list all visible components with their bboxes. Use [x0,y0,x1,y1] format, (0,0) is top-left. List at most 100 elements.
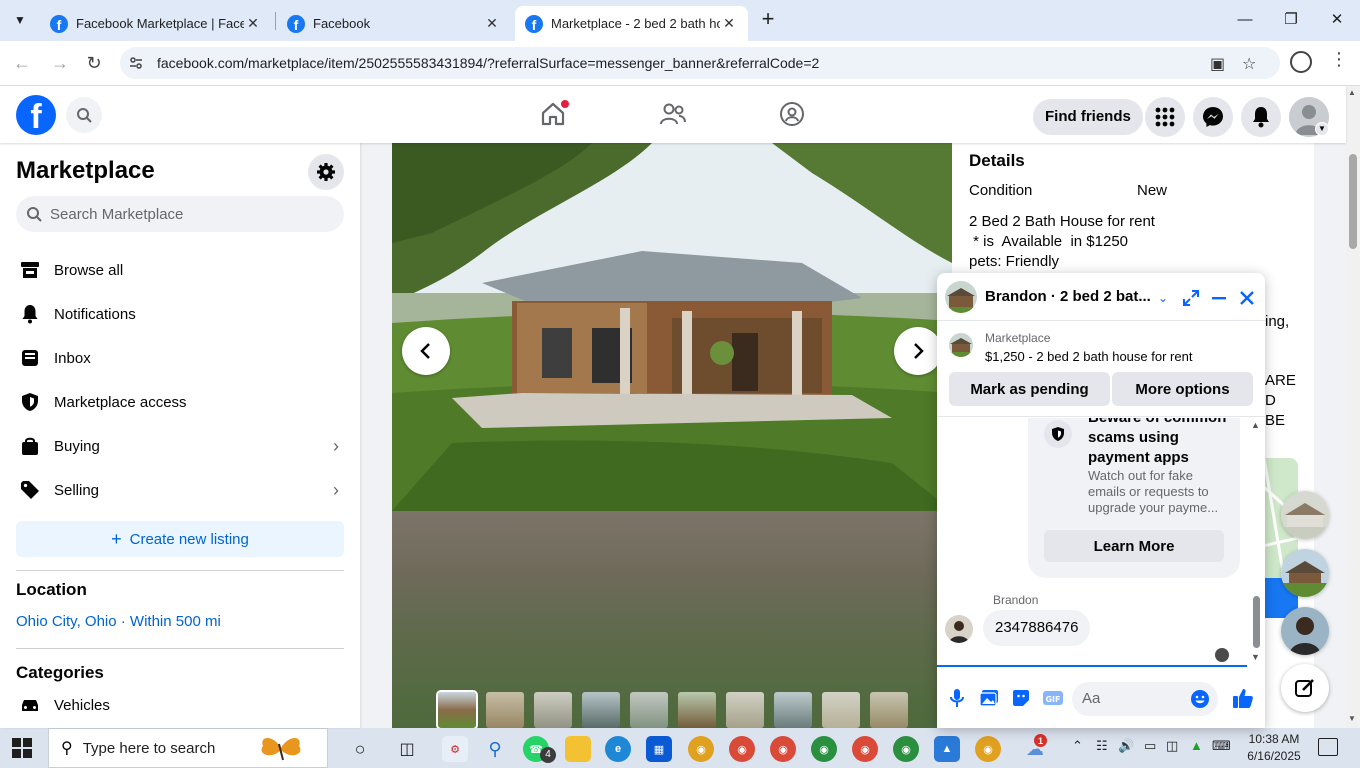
taskbar-search-input[interactable] [82,739,253,757]
chat-title[interactable]: Brandon · 2 bed 2 bat... [985,288,1160,305]
bookmark-star-icon[interactable]: ☆ [1242,54,1256,74]
minimize-window-icon[interactable]: — [1222,8,1268,32]
volume-icon[interactable]: 🔊 [1118,738,1134,754]
microphone-icon[interactable] [946,687,968,709]
listing-title-link[interactable]: $1,250 - 2 bed 2 bath house for rent [985,349,1192,364]
security-icon[interactable]: ▲ [1190,738,1203,753]
sidebar-item-browse-all[interactable]: Browse all [16,250,346,290]
photo-thumbnail[interactable] [630,692,668,728]
photo-thumbnail[interactable] [726,692,764,728]
next-photo-button[interactable] [894,327,942,375]
action-center-icon[interactable] [1318,738,1338,756]
message-input[interactable] [1082,690,1182,707]
scroll-up-icon[interactable]: ▲ [1251,420,1260,430]
messenger-icon[interactable] [1193,97,1233,137]
keyboard-icon[interactable]: ⌨ [1212,738,1231,754]
find-friends-button[interactable]: Find friends [1033,99,1143,135]
sidebar-item-selling[interactable]: Selling › [16,470,346,510]
photo-thumbnail[interactable] [582,692,620,728]
browser-tab-active[interactable]: f Marketplace - 2 bed 2 bath hou ✕ [515,6,748,41]
site-settings-icon[interactable] [128,55,144,71]
browser-tab[interactable]: f Facebook ✕ [277,6,511,41]
facebook-logo[interactable]: f [16,95,56,135]
url-field[interactable]: facebook.com/marketplace/item/2502555583… [120,47,1280,79]
emoji-icon[interactable] [1190,689,1210,709]
windows-start-icon[interactable] [12,738,32,758]
tab-search-button[interactable]: ▼ [8,8,32,32]
message-bubble[interactable]: 2347886476 [983,610,1091,646]
paint-app-icon[interactable]: ⚙ [442,736,468,762]
url-text[interactable]: facebook.com/marketplace/item/2502555583… [157,55,819,71]
edge-icon[interactable]: e [605,736,631,762]
close-window-icon[interactable]: ✕ [1314,8,1360,32]
chevron-down-icon[interactable]: ⌄ [1152,287,1174,309]
learn-more-button[interactable]: Learn More [1044,530,1224,562]
chat-avatar[interactable] [945,281,977,313]
restore-window-icon[interactable]: ❐ [1268,8,1314,32]
scrollbar-thumb[interactable] [1253,596,1260,648]
chat-head-bubble[interactable] [1281,549,1329,597]
network-icon[interactable]: ☷ [1096,738,1108,754]
sidebar-item-notifications[interactable]: Notifications [16,294,346,334]
photo-thumbnail[interactable] [870,692,908,728]
search-icon[interactable] [66,97,102,133]
friends-icon[interactable] [657,98,689,130]
scrollbar-thumb[interactable] [1349,154,1357,249]
expand-icon[interactable] [1180,287,1202,309]
chat-head-bubble[interactable] [1281,491,1329,539]
new-message-button[interactable] [1281,664,1329,712]
show-hidden-icons-chevron-up-icon[interactable]: ⌃ [1072,738,1083,754]
browser-profile-icon[interactable] [1290,51,1312,73]
groups-icon[interactable] [776,98,808,130]
scroll-up-icon[interactable]: ▲ [1348,88,1356,97]
store-icon[interactable]: ▦ [646,736,672,762]
more-options-button[interactable]: More options [1112,372,1253,406]
photo-thumbnail[interactable] [822,692,860,728]
chat-scrollbar[interactable]: ▲ ▼ [1250,418,1262,665]
location-filter-link[interactable]: Ohio City, Ohio · Within 500 mi [16,613,221,630]
tab-close-icon[interactable]: ✕ [244,15,262,32]
system-clock[interactable]: 10:38 AM 6/16/2025 [1238,731,1310,765]
photo-thumbnail[interactable] [678,692,716,728]
search-marketplace-field[interactable] [16,196,344,232]
reload-icon[interactable]: ↻ [82,51,106,75]
search-app-icon[interactable]: ⚲ [482,736,508,762]
browser-menu-icon[interactable]: ⋮ [1330,49,1348,70]
scroll-down-icon[interactable]: ▼ [1348,714,1356,723]
back-icon[interactable]: ← [10,51,34,75]
chrome-icon[interactable]: ◉ [688,736,714,762]
sender-avatar[interactable] [945,615,973,643]
sidebar-item-inbox[interactable]: Inbox [16,338,346,378]
sidebar-item-buying[interactable]: Buying › [16,426,346,466]
gif-icon[interactable]: GIF [1042,687,1064,709]
photo-thumbnail[interactable] [436,690,478,728]
chrome-icon[interactable]: ◉ [811,736,837,762]
thumbs-up-icon[interactable] [1230,687,1256,709]
page-scrollbar[interactable]: ▲ ▼ [1346,86,1360,728]
task-view-icon[interactable]: ◫ [394,736,420,762]
account-chevron-icon[interactable]: ▼ [1315,122,1329,136]
close-chat-icon[interactable] [1236,287,1258,309]
taskbar-search-field[interactable]: ⚲ [48,728,328,768]
chrome-icon[interactable]: ◉ [852,736,878,762]
install-app-icon[interactable]: ▣ [1210,54,1225,74]
photo-thumbnail[interactable] [774,692,812,728]
tab-close-icon[interactable]: ✕ [720,15,738,32]
search-marketplace-input[interactable] [50,205,330,223]
new-tab-icon[interactable]: + [758,8,778,32]
chat-header[interactable]: Brandon · 2 bed 2 bat... ⌄ [937,273,1265,321]
photos-icon[interactable]: ▲ [934,736,960,762]
forward-icon[interactable]: → [48,51,72,75]
device-icon[interactable]: ◫ [1166,738,1178,754]
battery-icon[interactable]: ▭ [1144,738,1156,754]
previous-photo-button[interactable] [402,327,450,375]
message-input-field[interactable] [1072,682,1218,716]
cortana-icon[interactable]: ○ [347,736,373,762]
create-new-listing-button[interactable]: + Create new listing [16,521,344,557]
chrome-icon[interactable]: ◉ [770,736,796,762]
sidebar-item-marketplace-access[interactable]: Marketplace access [16,382,346,422]
file-explorer-icon[interactable] [565,736,591,762]
photo-thumbnail[interactable] [534,692,572,728]
mark-as-pending-button[interactable]: Mark as pending [949,372,1110,406]
home-icon[interactable] [537,98,569,130]
